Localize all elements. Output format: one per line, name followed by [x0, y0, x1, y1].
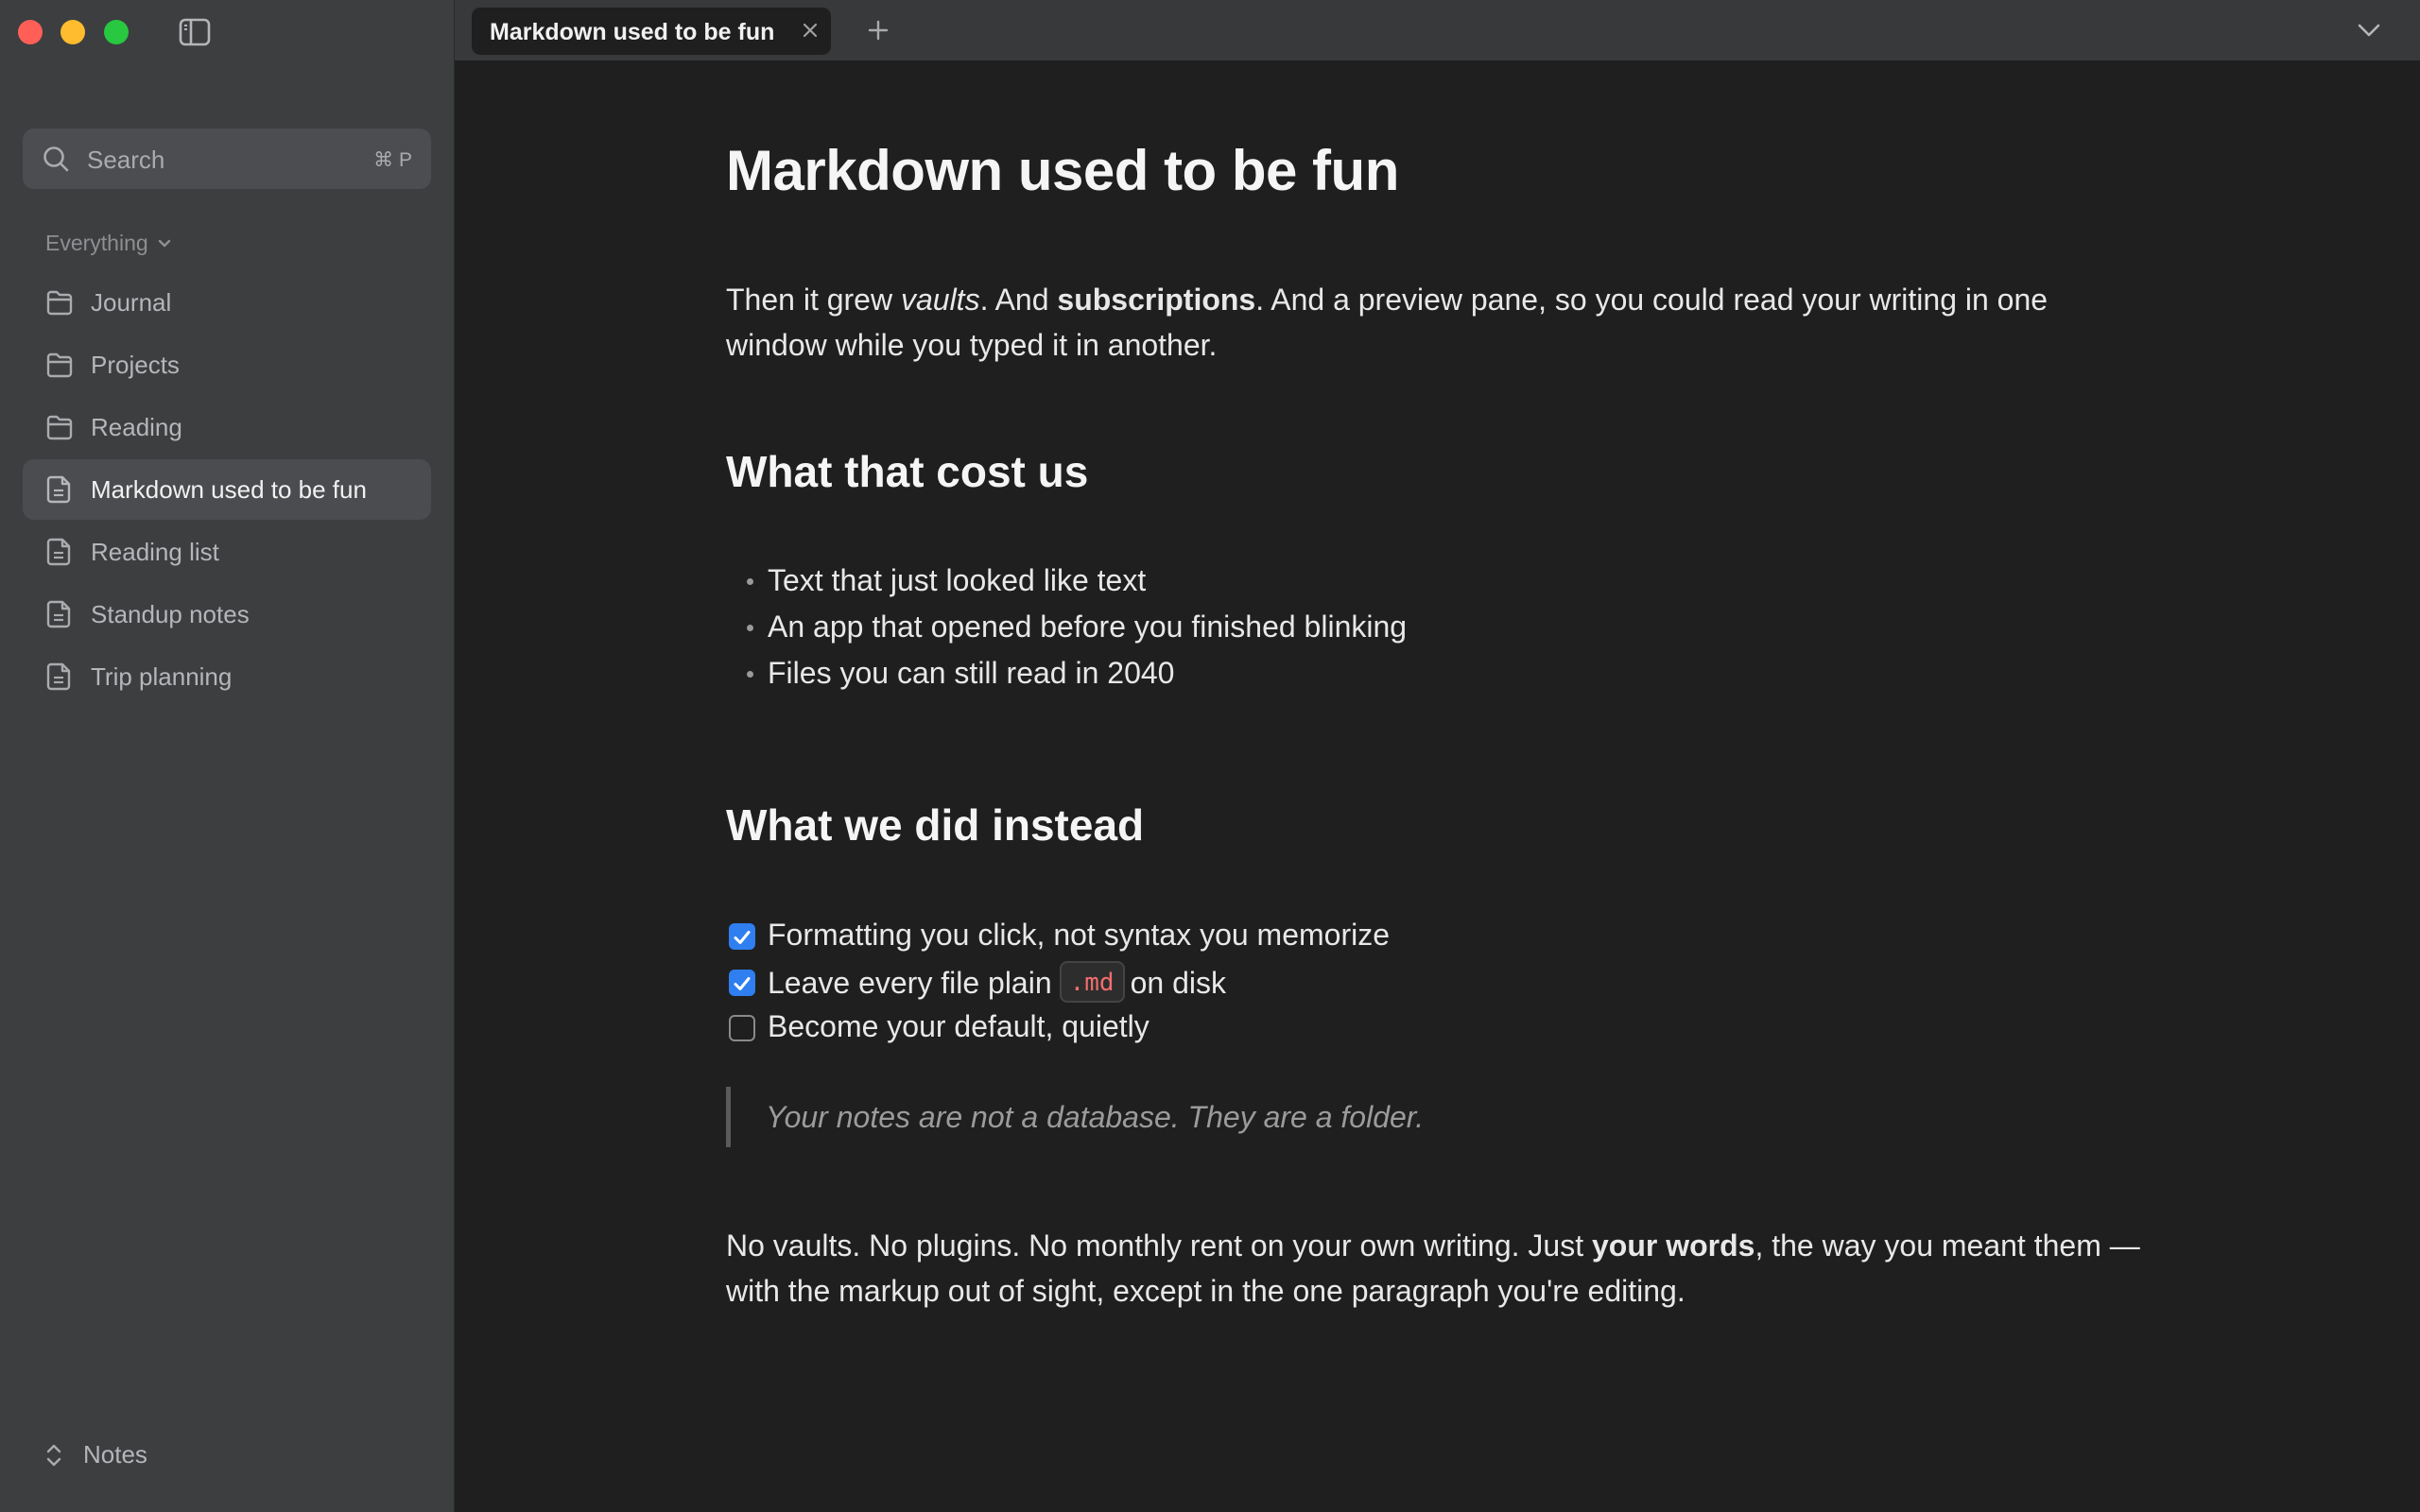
- sidebar-item-reading[interactable]: Reading: [23, 397, 431, 457]
- document-title: Markdown used to be fun: [726, 139, 1399, 202]
- task-text: Leave every file plain .md on disk: [768, 961, 1226, 1005]
- search-placeholder: Search: [87, 146, 165, 174]
- task-checkbox[interactable]: [729, 1015, 755, 1041]
- section-heading: What that cost us: [726, 447, 1089, 496]
- document-icon: [46, 600, 71, 628]
- sidebar-item-label: Journal: [91, 288, 172, 317]
- tab-title: Markdown used to be fun: [490, 19, 775, 45]
- vault-switcher[interactable]: Notes: [45, 1440, 147, 1469]
- search-input[interactable]: Search ⌘ P: [23, 129, 431, 189]
- intro-paragraph: Then it grew vaults. And subscriptions. …: [726, 277, 2144, 368]
- sidebar-item-trip-planning[interactable]: Trip planning: [23, 646, 431, 707]
- tab-markdown-used-to-be-fun[interactable]: Markdown used to be fun: [472, 8, 831, 55]
- close-window-button[interactable]: [18, 20, 43, 44]
- search-icon: [43, 146, 69, 172]
- task-text-before: Leave every file plain: [768, 966, 1052, 1000]
- scope-label: Everything: [45, 231, 148, 255]
- sidebar-toggle-icon[interactable]: [178, 17, 212, 47]
- bullet-dot: [747, 671, 753, 678]
- minimize-window-button[interactable]: [60, 20, 85, 44]
- task-text: Formatting you click, not syntax you mem…: [768, 918, 1391, 952]
- sidebar-item-label: Reading: [91, 413, 182, 441]
- sidebar-item-label: Projects: [91, 351, 180, 379]
- checkmark-icon: [734, 931, 751, 944]
- sidebar-item-journal[interactable]: Journal: [23, 272, 431, 333]
- scope-dropdown[interactable]: Everything: [45, 231, 171, 256]
- closing-text: No vaults. No plugins. No monthly rent o…: [726, 1228, 1592, 1263]
- vault-label: Notes: [83, 1440, 147, 1469]
- plus-icon[interactable]: [867, 19, 890, 42]
- document-icon: [46, 475, 71, 504]
- blockquote: Your notes are not a database. They are …: [766, 1100, 1425, 1134]
- task-text-after: on disk: [1130, 966, 1226, 1000]
- document-icon: [46, 538, 71, 566]
- intro-text: Then it grew: [726, 283, 901, 317]
- task-text: Become your default, quietly: [768, 1009, 1150, 1043]
- bullet-dot: [747, 625, 753, 631]
- sidebar-item-label: Trip planning: [91, 662, 233, 691]
- folder-icon: [46, 415, 73, 440]
- task-checkbox[interactable]: [729, 970, 755, 996]
- sidebar-item-reading-list[interactable]: Reading list: [23, 522, 431, 582]
- tab-bar: Markdown used to be fun: [455, 0, 2420, 60]
- sidebar-item-label: Markdown used to be fun: [91, 475, 367, 504]
- chevron-down-icon[interactable]: [2356, 21, 2382, 40]
- up-down-chevron-icon: [46, 1444, 61, 1466]
- search-shortcut: ⌘ P: [373, 149, 412, 171]
- zoom-window-button[interactable]: [104, 20, 129, 44]
- sidebar-item-markdown-used-to-be-fun[interactable]: Markdown used to be fun: [23, 459, 431, 520]
- sidebar-item-standup-notes[interactable]: Standup notes: [23, 584, 431, 644]
- intro-emphasis: vaults: [900, 283, 980, 317]
- bullet-dot: [747, 578, 753, 585]
- list-item-text: Files you can still read in 2040: [768, 656, 1175, 690]
- intro-text: . And: [979, 283, 1058, 317]
- sidebar-item-label: Standup notes: [91, 600, 250, 628]
- blockquote-bar: [726, 1087, 731, 1147]
- checkmark-icon: [734, 977, 751, 990]
- folder-icon: [46, 352, 73, 378]
- sidebar-item-label: Reading list: [91, 538, 219, 566]
- sidebar: Search ⌘ P Everything Journal Projects R…: [0, 0, 455, 1512]
- intro-strong: subscriptions: [1057, 283, 1256, 317]
- folder-icon: [46, 290, 73, 316]
- sidebar-item-projects[interactable]: Projects: [23, 335, 431, 395]
- document-icon: [46, 662, 71, 691]
- list-item-text: Text that just looked like text: [768, 563, 1147, 597]
- section-heading: What we did instead: [726, 800, 1145, 850]
- close-icon[interactable]: [801, 21, 820, 40]
- inline-code: .md: [1059, 961, 1125, 1003]
- chevron-down-icon: [158, 239, 170, 247]
- closing-paragraph: No vaults. No plugins. No monthly rent o…: [726, 1223, 2144, 1314]
- task-checkbox[interactable]: [729, 923, 755, 950]
- closing-strong: your words: [1591, 1228, 1755, 1263]
- list-item-text: An app that opened before you finished b…: [768, 610, 1408, 644]
